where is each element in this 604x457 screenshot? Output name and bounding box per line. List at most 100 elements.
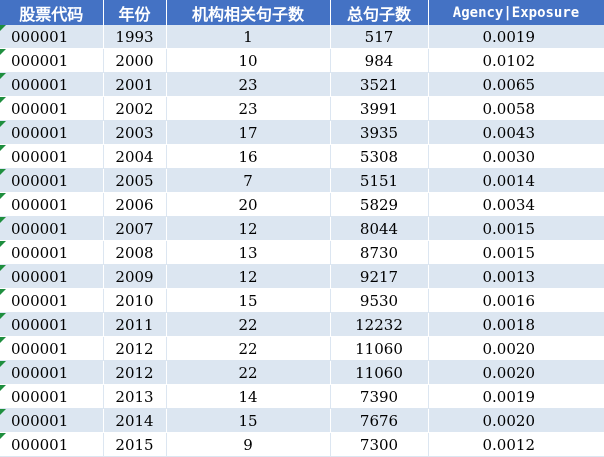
year-cell[interactable]: 2015 [103,432,167,457]
stock-code-cell[interactable]: 000001 [0,72,104,97]
header-agency-sentences[interactable]: 机构相关句子数 [166,0,331,25]
header-year[interactable]: 年份 [103,0,167,25]
year-cell[interactable]: 2004 [103,144,167,169]
year-cell[interactable]: 2000 [103,48,167,73]
total-count-cell[interactable]: 984 [330,48,429,73]
exposure-cell[interactable]: 0.0012 [428,432,604,457]
total-count-cell[interactable]: 12232 [330,312,429,337]
stock-code-cell[interactable]: 000001 [0,336,104,361]
table-row: 000001 1993 1 517 0.0019 [0,25,604,49]
stock-code-cell[interactable]: 000001 [0,240,104,265]
stock-code-text: 000001 [11,219,69,238]
total-count-cell[interactable]: 5308 [330,144,429,169]
exposure-cell[interactable]: 0.0043 [428,120,604,145]
exposure-cell[interactable]: 0.0016 [428,288,604,313]
stock-code-cell[interactable]: 000001 [0,216,104,241]
exposure-cell[interactable]: 0.0102 [428,48,604,73]
total-count-cell[interactable]: 5151 [330,168,429,193]
year-cell[interactable]: 2007 [103,216,167,241]
year-cell[interactable]: 2009 [103,264,167,289]
year-cell[interactable]: 1993 [103,25,167,49]
agency-count-cell[interactable]: 23 [166,72,331,97]
agency-count-cell[interactable]: 12 [166,264,331,289]
year-cell[interactable]: 2010 [103,288,167,313]
total-count-cell[interactable]: 11060 [330,336,429,361]
stock-code-cell[interactable]: 000001 [0,144,104,169]
exposure-cell[interactable]: 0.0019 [428,384,604,409]
total-count-cell[interactable]: 3521 [330,72,429,97]
stock-code-text: 000001 [11,315,69,334]
exposure-cell[interactable]: 0.0015 [428,216,604,241]
agency-count-cell[interactable]: 12 [166,216,331,241]
total-count-cell[interactable]: 5829 [330,192,429,217]
agency-count-cell[interactable]: 23 [166,96,331,121]
stock-code-cell[interactable]: 000001 [0,48,104,73]
stock-code-cell[interactable]: 000001 [0,264,104,289]
agency-count-cell[interactable]: 22 [166,312,331,337]
year-cell[interactable]: 2012 [103,360,167,385]
stock-code-cell[interactable]: 000001 [0,25,104,49]
exposure-cell[interactable]: 0.0013 [428,264,604,289]
header-total-sentences[interactable]: 总句子数 [330,0,429,25]
error-indicator-icon [0,289,6,295]
agency-count-cell[interactable]: 10 [166,48,331,73]
stock-code-cell[interactable]: 000001 [0,384,104,409]
year-cell[interactable]: 2011 [103,312,167,337]
agency-count-cell[interactable]: 13 [166,240,331,265]
agency-count-cell[interactable]: 16 [166,144,331,169]
total-count-cell[interactable]: 8730 [330,240,429,265]
stock-code-cell[interactable]: 000001 [0,192,104,217]
year-cell[interactable]: 2006 [103,192,167,217]
stock-code-text: 000001 [11,243,69,262]
exposure-cell[interactable]: 0.0019 [428,25,604,49]
exposure-cell[interactable]: 0.0020 [428,408,604,433]
exposure-cell[interactable]: 0.0065 [428,72,604,97]
stock-code-cell[interactable]: 000001 [0,360,104,385]
agency-count-cell[interactable]: 15 [166,408,331,433]
year-cell[interactable]: 2005 [103,168,167,193]
stock-code-cell[interactable]: 000001 [0,96,104,121]
total-count-cell[interactable]: 3991 [330,96,429,121]
stock-code-cell[interactable]: 000001 [0,288,104,313]
year-cell[interactable]: 2003 [103,120,167,145]
agency-count-cell[interactable]: 1 [166,25,331,49]
exposure-cell[interactable]: 0.0030 [428,144,604,169]
total-count-cell[interactable]: 517 [330,25,429,49]
header-agency-exposure[interactable]: Agency|Exposure [428,0,604,25]
agency-count-cell[interactable]: 15 [166,288,331,313]
exposure-cell[interactable]: 0.0020 [428,360,604,385]
total-count-cell[interactable]: 8044 [330,216,429,241]
exposure-cell[interactable]: 0.0014 [428,168,604,193]
exposure-cell[interactable]: 0.0018 [428,312,604,337]
stock-code-cell[interactable]: 000001 [0,432,104,457]
stock-code-cell[interactable]: 000001 [0,408,104,433]
year-cell[interactable]: 2012 [103,336,167,361]
agency-count-cell[interactable]: 14 [166,384,331,409]
agency-count-cell[interactable]: 22 [166,336,331,361]
year-cell[interactable]: 2001 [103,72,167,97]
header-stock-code[interactable]: 股票代码 [0,0,104,25]
exposure-cell[interactable]: 0.0015 [428,240,604,265]
agency-count-cell[interactable]: 9 [166,432,331,457]
stock-code-cell[interactable]: 000001 [0,312,104,337]
total-count-cell[interactable]: 3935 [330,120,429,145]
total-count-cell[interactable]: 9530 [330,288,429,313]
agency-count-cell[interactable]: 17 [166,120,331,145]
total-count-cell[interactable]: 7676 [330,408,429,433]
year-cell[interactable]: 2002 [103,96,167,121]
total-count-cell[interactable]: 7300 [330,432,429,457]
exposure-cell[interactable]: 0.0020 [428,336,604,361]
total-count-cell[interactable]: 11060 [330,360,429,385]
year-cell[interactable]: 2008 [103,240,167,265]
year-cell[interactable]: 2013 [103,384,167,409]
exposure-cell[interactable]: 0.0034 [428,192,604,217]
year-cell[interactable]: 2014 [103,408,167,433]
agency-count-cell[interactable]: 20 [166,192,331,217]
agency-count-cell[interactable]: 7 [166,168,331,193]
stock-code-cell[interactable]: 000001 [0,120,104,145]
total-count-cell[interactable]: 9217 [330,264,429,289]
stock-code-cell[interactable]: 000001 [0,168,104,193]
agency-count-cell[interactable]: 22 [166,360,331,385]
exposure-cell[interactable]: 0.0058 [428,96,604,121]
total-count-cell[interactable]: 7390 [330,384,429,409]
